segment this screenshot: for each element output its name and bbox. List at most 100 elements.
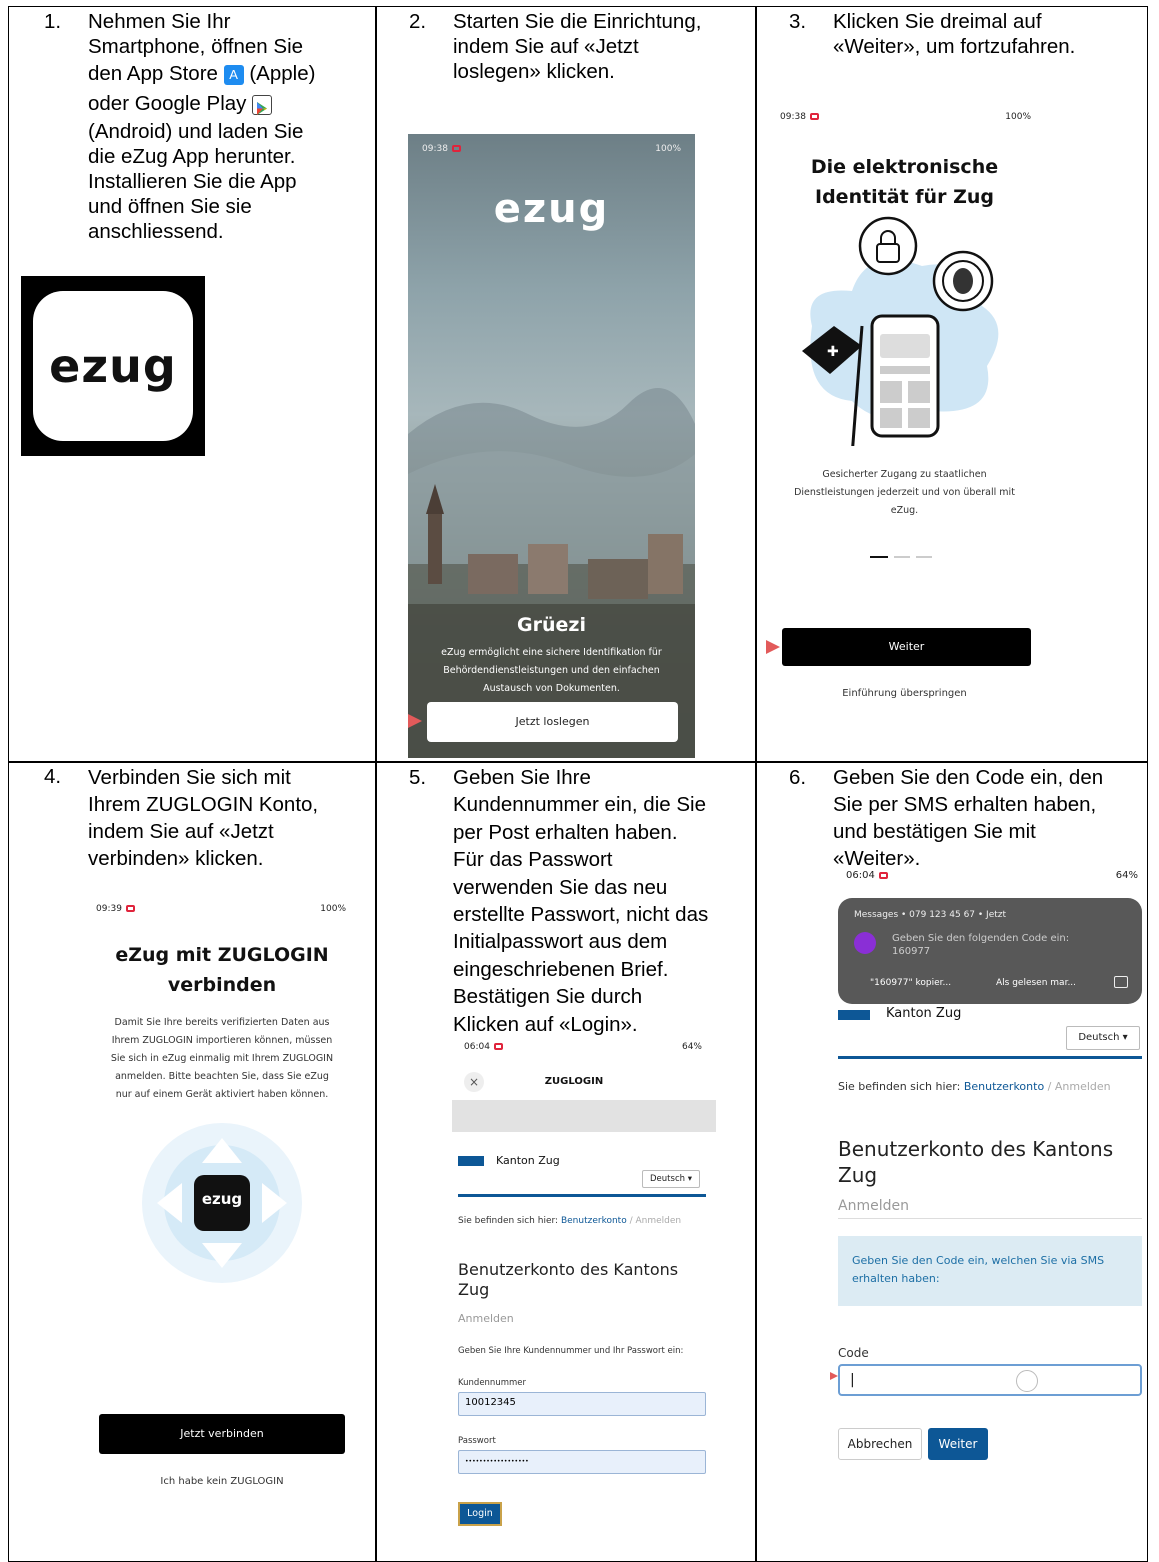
password-input[interactable]: ••••••••••••••••••	[458, 1450, 706, 1474]
code-input[interactable]: |	[838, 1364, 1142, 1396]
blue-divider	[838, 1056, 1142, 1059]
step-number: 4.	[44, 765, 62, 788]
screen-welcome: 09:38 100% ezug Grüezi eZug ermöglicht e…	[408, 134, 695, 758]
language-select[interactable]: Deutsch ▾	[1066, 1026, 1140, 1050]
status-time: 09:39	[96, 904, 122, 914]
step-line: Geben Sie Ihre	[453, 766, 591, 789]
screen-login: 06:04 64% × ZUGLOGIN Kanton Zug Deutsch …	[452, 1036, 716, 1534]
next-button[interactable]: Weiter	[782, 628, 1031, 666]
status-battery: 100%	[1005, 112, 1031, 122]
step-line: Starten Sie die Einrichtung,	[453, 10, 702, 33]
notification-icon	[878, 871, 888, 879]
info-text: Geben Sie den Code ein, welchen Sie via …	[852, 1254, 1105, 1267]
intro-text: eZug.	[890, 505, 919, 516]
status-time: 09:38	[422, 144, 448, 154]
breadcrumb-link[interactable]: Benutzerkonto	[964, 1080, 1044, 1093]
step-line: «Weiter», um fortzufahren.	[833, 35, 1076, 58]
status-time: 09:38	[780, 112, 806, 122]
status-battery: 100%	[320, 904, 346, 914]
language-select[interactable]: Deutsch ▾	[642, 1170, 700, 1188]
touch-indicator	[1016, 1370, 1038, 1392]
welcome-title: Grüezi	[517, 614, 586, 636]
step-line: (Apple)	[249, 62, 316, 85]
welcome-text: Austausch von Dokumenten.	[483, 683, 620, 694]
next-button[interactable]: Weiter	[928, 1428, 988, 1460]
breadcrumb-current: Anmelden	[635, 1216, 682, 1226]
code-page-title: Benutzerkonto des Kantons	[838, 1137, 1114, 1161]
notif-message: Geben Sie den folgenden Code ein:	[892, 933, 1070, 944]
identity-illustration: ✚	[802, 216, 999, 446]
pointer-arrow	[766, 640, 780, 654]
step-line: den App Store	[88, 62, 218, 85]
pointer-arrow	[830, 1372, 838, 1380]
breadcrumb-prefix: Sie befinden sich hier:	[838, 1080, 961, 1093]
step-line: und bestätigen Sie mit	[833, 820, 1036, 843]
column-divider	[375, 7, 377, 1561]
notification-icon	[451, 145, 461, 152]
skip-intro-link[interactable]: Einführung überspringen	[772, 688, 1037, 699]
step-line: Initialpasswort aus dem	[453, 930, 668, 954]
step-line: Ihrem ZUGLOGIN Konto,	[88, 793, 319, 816]
info-text: erhalten haben:	[852, 1272, 940, 1285]
app-store-icon: A	[223, 64, 244, 85]
intro-title: Die elektronische	[810, 156, 999, 178]
connect-text: Ihrem ZUGLOGIN importieren können, müsse…	[111, 1035, 333, 1046]
welcome-text: Behördendienstleistungen und den einfach…	[443, 665, 660, 676]
blue-divider	[458, 1194, 706, 1197]
reply-icon[interactable]	[1114, 976, 1128, 988]
login-subtitle: Anmelden	[458, 1312, 514, 1325]
step-line: verbinden» klicken.	[88, 847, 264, 870]
mark-read-action[interactable]: Als gelesen mar...	[996, 978, 1076, 988]
ezug-logo: ezug	[201, 1190, 243, 1208]
step-number: 3.	[789, 10, 807, 33]
canton-logo-bar	[458, 1156, 484, 1166]
canton-name: Kanton Zug	[496, 1154, 560, 1167]
start-button[interactable]: Jetzt loslegen	[427, 702, 678, 742]
customer-number-label: Kundennummer	[458, 1378, 526, 1388]
welcome-text: eZug ermöglicht eine sichere Identifikat…	[441, 647, 662, 658]
notification-icon	[809, 113, 819, 120]
login-title: Benutzerkonto des Kantons	[458, 1260, 679, 1279]
connect-text: nur auf einem Gerät aktiviert haben könn…	[115, 1089, 329, 1100]
connect-button[interactable]: Jetzt verbinden	[99, 1414, 345, 1454]
customer-number-input[interactable]: 10012345	[458, 1392, 706, 1416]
breadcrumb-separator: /	[1047, 1080, 1052, 1093]
breadcrumb: Sie befinden sich hier: Benutzerkonto / …	[458, 1216, 681, 1226]
sender-avatar	[854, 932, 876, 954]
canton-name: Kanton Zug	[886, 1006, 962, 1021]
step-line: Geben Sie den Code ein, den	[833, 766, 1104, 789]
gray-banner	[452, 1100, 716, 1132]
sms-notification: Messages • 079 123 45 67 • Jetzt Geben S…	[838, 898, 1142, 1004]
notif-time: Jetzt	[986, 910, 1007, 920]
step-line: anschliessend.	[88, 220, 224, 243]
breadcrumb-link[interactable]: Benutzerkonto	[561, 1216, 627, 1226]
row-divider	[9, 761, 1147, 763]
step-line: indem Sie auf «Jetzt	[88, 820, 274, 843]
intro-text: Dienstleistungen jederzeit und von übera…	[794, 487, 1015, 498]
status-time: 06:04	[846, 870, 875, 881]
step-line: eingeschriebenen Brief.	[453, 957, 669, 981]
step-number: 6.	[789, 766, 807, 789]
cancel-button[interactable]: Abbrechen	[838, 1428, 922, 1460]
step-number: 2.	[409, 10, 427, 33]
login-button[interactable]: Login	[458, 1502, 502, 1526]
step-line: Für das Passwort	[453, 848, 613, 872]
step-line: Verbinden Sie sich mit	[88, 766, 291, 789]
no-zuglogin-link[interactable]: Ich habe kein ZUGLOGIN	[88, 1476, 356, 1487]
notif-sender: 079 123 45 67	[909, 910, 976, 920]
info-box: Geben Sie den Code ein, welchen Sie via …	[838, 1236, 1142, 1306]
notification-icon	[125, 905, 135, 912]
ezug-logo: ezug	[493, 186, 610, 232]
login-instruction: Geben Sie Ihre Kundennummer und Ihr Pass…	[458, 1346, 684, 1356]
ezug-app-icon: ezug	[21, 276, 205, 456]
google-play-icon	[252, 94, 273, 115]
step-line: Kundennummer ein, die Sie	[453, 793, 706, 817]
pointer-arrow	[408, 714, 422, 728]
status-battery: 64%	[681, 1042, 702, 1052]
canton-logo-bar	[838, 1010, 870, 1020]
step-line: Bestätigen Sie durch	[453, 985, 643, 1009]
column-divider	[755, 7, 757, 1561]
notif-code: 160977	[892, 946, 931, 957]
step-line: Klicken auf «Login».	[453, 1012, 638, 1036]
copy-code-action[interactable]: "160977" kopier...	[870, 978, 951, 988]
